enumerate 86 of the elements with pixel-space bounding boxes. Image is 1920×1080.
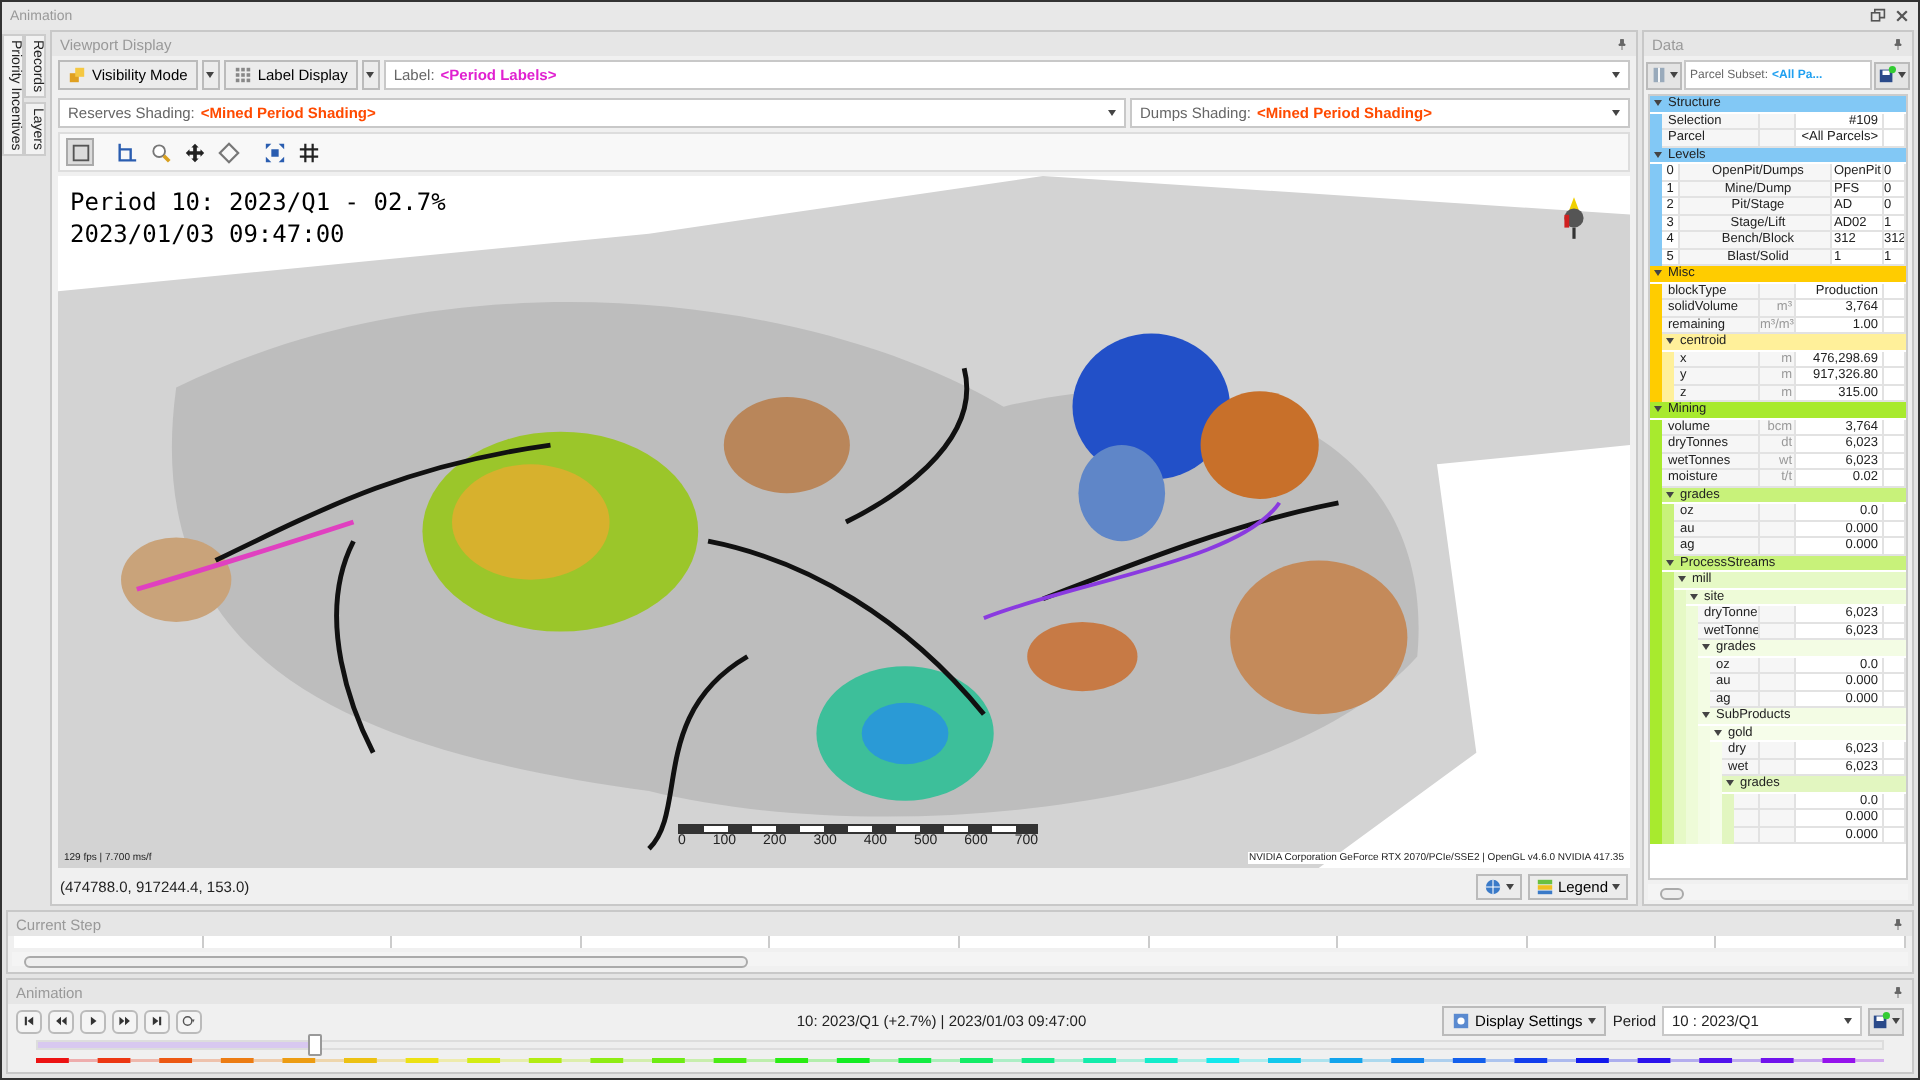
caret-icon — [1670, 72, 1678, 78]
pin-icon[interactable] — [1892, 986, 1904, 998]
dropdown-button[interactable] — [361, 60, 380, 90]
next-button[interactable] — [112, 1009, 138, 1033]
fit-icon — [263, 141, 285, 163]
caret-icon — [1612, 110, 1620, 116]
pin-icon[interactable] — [1616, 38, 1628, 50]
unit-cell — [1760, 742, 1796, 759]
last-icon — [150, 1014, 164, 1028]
move-icon — [183, 141, 205, 163]
dropdown-button[interactable] — [201, 60, 220, 90]
caret-icon — [1898, 72, 1906, 78]
expander-icon[interactable] — [1726, 780, 1734, 787]
prev-button[interactable] — [48, 1009, 74, 1033]
caret-icon — [366, 72, 375, 78]
expander-icon[interactable] — [1702, 712, 1710, 719]
cubes-icon — [68, 66, 86, 84]
caret-icon — [1844, 1018, 1852, 1024]
caret-icon — [1588, 1018, 1597, 1024]
save-icon — [1878, 66, 1896, 84]
caret-icon — [206, 72, 215, 78]
columns-icon — [1650, 66, 1668, 84]
columns-button[interactable] — [1646, 61, 1682, 89]
timeline-slider[interactable] — [36, 1040, 1884, 1050]
caret-icon — [1108, 110, 1116, 116]
expander-icon[interactable] — [1654, 100, 1662, 107]
expander-icon[interactable] — [1654, 151, 1662, 158]
expander-icon[interactable] — [1690, 593, 1698, 600]
last-button[interactable] — [144, 1009, 170, 1033]
grid-dots-icon — [233, 66, 252, 84]
caret-icon — [1612, 883, 1620, 889]
play-button[interactable] — [80, 1009, 106, 1033]
fit-tool-button[interactable] — [260, 138, 288, 166]
caret-icon — [1892, 1018, 1900, 1024]
scroll-thumb[interactable] — [24, 956, 748, 968]
save-button[interactable] — [1868, 1007, 1904, 1035]
select-tool-button[interactable] — [66, 138, 94, 166]
globe-icon — [1483, 877, 1502, 895]
settings-icon — [1451, 1012, 1470, 1030]
play-icon — [86, 1014, 100, 1028]
expander-icon[interactable] — [1666, 491, 1674, 498]
property-name-cell — [1734, 810, 1760, 827]
frame-tool-button[interactable] — [112, 138, 140, 166]
expander-icon[interactable] — [1654, 406, 1662, 413]
horizontal-scrollbar[interactable] — [1648, 884, 1908, 900]
unit-cell — [1760, 810, 1796, 827]
rotate-tool-button[interactable] — [214, 138, 242, 166]
grid-tool-button[interactable] — [294, 138, 322, 166]
expander-icon[interactable] — [1702, 644, 1710, 651]
frame-icon — [115, 141, 137, 163]
move-tool-button[interactable] — [180, 138, 208, 166]
horizontal-scrollbar[interactable] — [12, 952, 1908, 966]
loop-button[interactable] — [176, 1009, 202, 1033]
globe-dropdown-button[interactable] — [1475, 873, 1522, 899]
pin-icon[interactable] — [1892, 38, 1904, 50]
save-button[interactable] — [1874, 61, 1910, 89]
legend-icon — [1535, 877, 1554, 895]
unit-cell — [1760, 504, 1796, 521]
expander-icon[interactable] — [1714, 729, 1722, 736]
expander-icon[interactable] — [1666, 559, 1674, 566]
unit-cell — [1760, 538, 1796, 555]
period-overlay-text: Period 10: 2023/Q1 - 02.7% — [70, 188, 446, 216]
first-button[interactable] — [16, 1009, 42, 1033]
first-icon — [22, 1014, 36, 1028]
unit-cell — [1760, 674, 1796, 691]
grid-icon — [297, 141, 319, 163]
prev-icon — [54, 1014, 68, 1028]
unit-cell — [1760, 130, 1796, 147]
pin-icon[interactable] — [1892, 918, 1904, 930]
restore-icon[interactable] — [1870, 8, 1886, 24]
expander-icon[interactable] — [1666, 338, 1674, 345]
loop-icon — [182, 1014, 196, 1028]
caret-icon — [1505, 883, 1514, 889]
zoom-tool-button[interactable] — [146, 138, 174, 166]
next-icon — [118, 1014, 132, 1028]
select-icon — [69, 141, 91, 163]
slider-thumb[interactable] — [308, 1034, 323, 1056]
scroll-thumb[interactable] — [1660, 888, 1684, 900]
caret-icon — [1612, 72, 1620, 78]
zoom-icon — [149, 141, 171, 163]
close-icon[interactable] — [1894, 8, 1910, 24]
save-icon — [1872, 1012, 1890, 1030]
time-overlay-text: 2023/01/03 09:47:00 — [70, 220, 345, 248]
expander-icon[interactable] — [1654, 270, 1662, 277]
unit-cell — [1760, 606, 1796, 623]
expander-icon[interactable] — [1678, 576, 1686, 583]
